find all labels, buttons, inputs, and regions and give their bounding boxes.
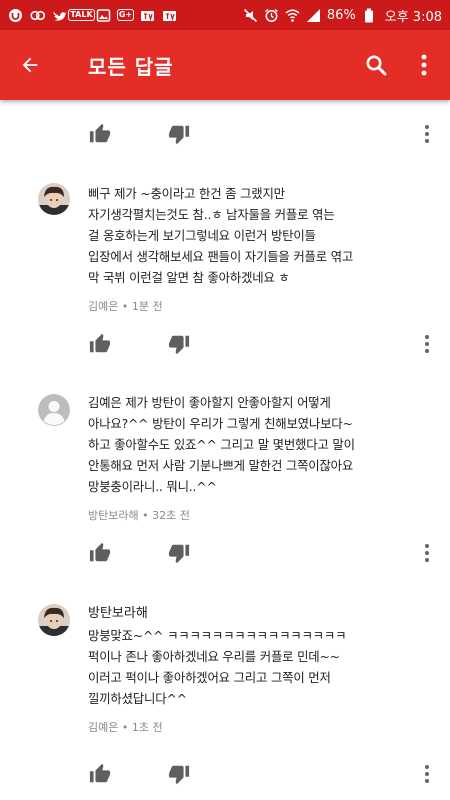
- twitter-icon: [52, 8, 67, 23]
- status-bar: TALK G+ 86% 오후 3:08: [0, 0, 450, 30]
- mute-icon: [243, 8, 258, 23]
- comment-meta: 김예은 • 1분 전: [88, 300, 163, 313]
- dislike-button[interactable]: [168, 123, 190, 145]
- comment-text: 김예은 제가 방탄이 좋아할지 안좋아할지 어떻게 아나요?^^ 방탄이 우리가…: [88, 395, 355, 494]
- avatar[interactable]: [38, 394, 70, 426]
- signal-icon: [306, 8, 321, 23]
- comment-actions: [0, 114, 450, 154]
- like-button[interactable]: [89, 333, 111, 355]
- more-options-button[interactable]: [404, 30, 444, 100]
- like-button[interactable]: [89, 542, 111, 564]
- back-button[interactable]: [0, 30, 60, 100]
- comment-text: 망붕맞죠~^^ ㅋㅋㅋㅋㅋㅋㅋㅋㅋㅋㅋㅋㅋㅋㅋㅋ 퍽이나 존나 좋아하겠네요 우…: [88, 628, 347, 706]
- more-vert-icon: [425, 544, 429, 562]
- comment-actions: [0, 754, 450, 794]
- thumb-up-icon: [89, 333, 111, 353]
- more-vert-icon: [425, 765, 429, 783]
- alarm-icon: [264, 8, 279, 23]
- back-arrow-icon: [22, 57, 38, 73]
- search-button[interactable]: [348, 30, 404, 100]
- like-button[interactable]: [89, 763, 111, 785]
- battery-percent: 86%: [326, 7, 356, 23]
- status-time: 오후 3:08: [384, 9, 442, 25]
- comment-menu-button[interactable]: [420, 123, 434, 145]
- thumb-down-icon: [168, 765, 190, 785]
- talk-icon: TALK: [68, 9, 95, 21]
- ocb-icon: [30, 8, 45, 23]
- thumb-up-icon: [89, 763, 111, 783]
- comment-text: 삐구 제가 ~충이라고 한건 좀 그랬지만 자기생각펼치는것도 참..ㅎ 남자둘…: [88, 186, 354, 285]
- notification-icon: [8, 8, 23, 23]
- comment-actions: [0, 533, 450, 573]
- comment-author[interactable]: 방탄보라해: [88, 602, 438, 621]
- status-notification-icons: TALK G+: [0, 8, 177, 23]
- app-bar: 모든 답글: [0, 30, 450, 100]
- dislike-button[interactable]: [168, 542, 190, 564]
- gplus-icon: G+: [116, 9, 135, 21]
- thumb-up-icon: [89, 123, 111, 143]
- thumb-down-icon: [168, 335, 190, 355]
- wifi-icon: [285, 8, 300, 23]
- avatar[interactable]: [38, 183, 70, 215]
- comment-menu-button[interactable]: [420, 333, 434, 355]
- dislike-button[interactable]: [168, 763, 190, 785]
- more-vert-icon: [425, 335, 429, 353]
- battery-icon: [362, 8, 377, 23]
- comment-meta: 방탄보라해 • 32초 전: [88, 509, 190, 522]
- tv-icon: [162, 8, 177, 23]
- like-button[interactable]: [89, 123, 111, 145]
- dislike-button[interactable]: [168, 333, 190, 355]
- default-avatar-icon: [38, 394, 70, 426]
- status-system-icons: 86% 오후 3:08: [243, 6, 450, 25]
- avatar[interactable]: [38, 604, 70, 636]
- replies-list: 삐구 제가 ~충이라고 한건 좀 그랬지만 자기생각펼치는것도 참..ㅎ 남자둘…: [0, 100, 450, 800]
- gallery-icon: [96, 8, 111, 23]
- comment-meta: 김예은 • 1초 전: [88, 721, 163, 734]
- thumb-up-icon: [89, 542, 111, 562]
- more-vert-icon: [425, 125, 429, 143]
- thumb-down-icon: [168, 544, 190, 564]
- tv-icon: [140, 8, 155, 23]
- comment-menu-button[interactable]: [420, 542, 434, 564]
- search-icon: [366, 55, 387, 76]
- comment-menu-button[interactable]: [420, 763, 434, 785]
- comment-actions: [0, 324, 450, 364]
- more-vert-icon: [421, 54, 427, 76]
- thumb-down-icon: [168, 125, 190, 145]
- page-title: 모든 답글: [88, 54, 174, 79]
